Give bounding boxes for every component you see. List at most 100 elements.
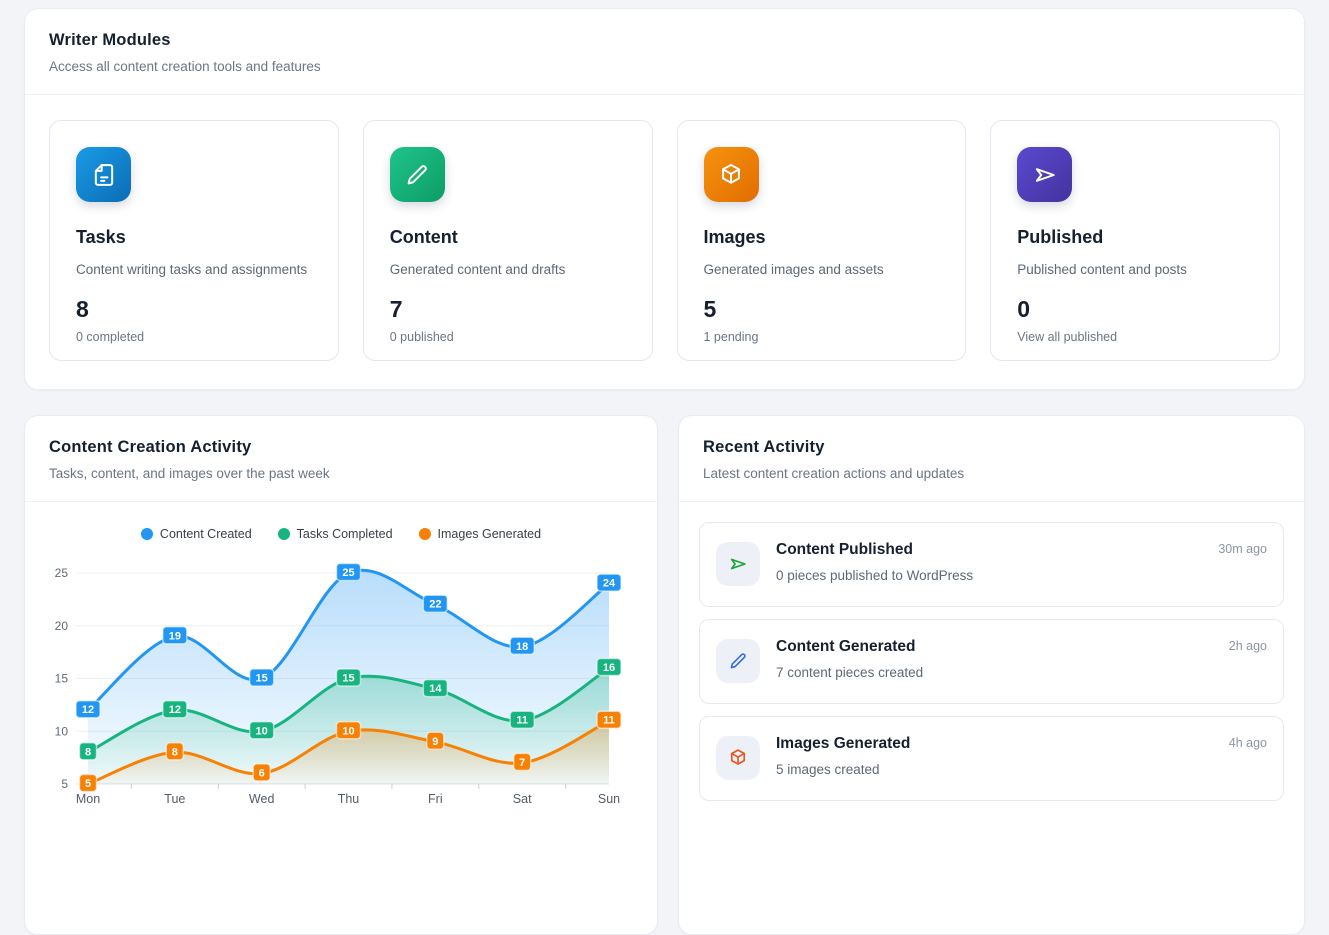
point-label: 10 <box>337 722 361 739</box>
point-label: 11 <box>510 711 534 728</box>
svg-text:9: 9 <box>432 736 438 748</box>
module-cards: Tasks Content writing tasks and assignme… <box>25 95 1304 386</box>
legend-label: Content Created <box>160 527 252 541</box>
activity-description: 0 pieces published to WordPress <box>776 568 1202 583</box>
legend-label: Tasks Completed <box>297 527 393 541</box>
svg-text:25: 25 <box>55 566 69 580</box>
point-label: 16 <box>597 659 621 676</box>
card-subvalue: View all published <box>1017 330 1253 344</box>
card-subvalue: 0 completed <box>76 330 312 344</box>
activity-list: Content Published 0 pieces published to … <box>679 502 1304 821</box>
pencil-icon <box>390 147 445 202</box>
module-card-images[interactable]: Images Generated images and assets 5 1 p… <box>677 120 967 361</box>
svg-text:10: 10 <box>342 725 354 737</box>
point-label: 8 <box>166 743 183 760</box>
activity-item-content-generated[interactable]: Content Generated 7 content pieces creat… <box>699 619 1284 704</box>
svg-text:5: 5 <box>85 778 91 790</box>
svg-text:18: 18 <box>516 641 528 653</box>
content-creation-activity-panel: Content Creation Activity Tasks, content… <box>24 415 658 935</box>
card-title: Tasks <box>76 227 312 248</box>
activity-description: 5 images created <box>776 762 1213 777</box>
point-label: 24 <box>597 574 621 591</box>
send-icon <box>1017 147 1072 202</box>
legend-dot <box>419 528 431 540</box>
cube-icon <box>704 147 759 202</box>
svg-text:8: 8 <box>172 746 178 758</box>
module-card-content[interactable]: Content Generated content and drafts 7 0… <box>363 120 653 361</box>
point-label: 15 <box>337 669 361 686</box>
send-icon <box>716 542 760 586</box>
svg-text:11: 11 <box>516 715 528 727</box>
card-title: Images <box>704 227 940 248</box>
svg-text:Thu: Thu <box>338 792 360 806</box>
legend-item[interactable]: Content Created <box>141 526 252 542</box>
svg-text:Tue: Tue <box>164 792 185 806</box>
point-label: 7 <box>514 753 531 770</box>
legend-dot <box>278 528 290 540</box>
point-label: 10 <box>250 722 274 739</box>
card-description: Generated content and drafts <box>390 261 626 279</box>
activity-timestamp: 2h ago <box>1229 635 1267 653</box>
svg-text:25: 25 <box>342 567 354 579</box>
point-label: 12 <box>163 701 187 718</box>
svg-text:16: 16 <box>603 662 615 674</box>
chart-panel-header: Content Creation Activity Tasks, content… <box>25 416 657 502</box>
chart-panel-subtitle: Tasks, content, and images over the past… <box>49 466 633 481</box>
writer-modules-panel: Writer Modules Access all content creati… <box>24 8 1305 390</box>
activity-title: Content Generated <box>776 638 1213 656</box>
point-label: 19 <box>163 627 187 644</box>
point-label: 5 <box>80 775 97 792</box>
point-label: 22 <box>423 595 447 612</box>
activity-description: 7 content pieces created <box>776 665 1213 680</box>
activity-timestamp: 4h ago <box>1229 732 1267 750</box>
writer-modules-header: Writer Modules Access all content creati… <box>25 9 1304 95</box>
svg-text:10: 10 <box>55 724 69 738</box>
svg-text:19: 19 <box>169 630 181 642</box>
svg-text:7: 7 <box>519 757 525 769</box>
legend-label: Images Generated <box>438 527 542 541</box>
chart-panel-title: Content Creation Activity <box>49 438 633 457</box>
svg-text:8: 8 <box>85 746 91 758</box>
point-label: 14 <box>423 680 447 697</box>
card-subvalue: 0 published <box>390 330 626 344</box>
legend-dot <box>141 528 153 540</box>
card-subvalue: 1 pending <box>704 330 940 344</box>
recent-activity-panel: Recent Activity Latest content creation … <box>678 415 1305 935</box>
svg-text:12: 12 <box>82 704 94 716</box>
point-label: 9 <box>427 732 444 749</box>
activity-item-images-generated[interactable]: Images Generated 5 images created 4h ago <box>699 716 1284 801</box>
legend-item[interactable]: Images Generated <box>419 526 542 542</box>
point-label: 12 <box>76 701 100 718</box>
cube-icon <box>716 736 760 780</box>
svg-text:24: 24 <box>603 578 616 590</box>
svg-text:Mon: Mon <box>76 792 100 806</box>
svg-text:6: 6 <box>259 767 265 779</box>
activity-timestamp: 30m ago <box>1218 538 1267 556</box>
svg-text:22: 22 <box>429 599 441 611</box>
module-card-published[interactable]: Published Published content and posts 0 … <box>990 120 1280 361</box>
svg-text:15: 15 <box>256 673 268 685</box>
svg-text:Wed: Wed <box>249 792 275 806</box>
point-label: 25 <box>337 564 361 581</box>
card-title: Content <box>390 227 626 248</box>
card-description: Published content and posts <box>1017 261 1253 279</box>
activity-item-content-published[interactable]: Content Published 0 pieces published to … <box>699 522 1284 607</box>
recent-panel-header: Recent Activity Latest content creation … <box>679 416 1304 502</box>
card-value: 0 <box>1017 296 1253 323</box>
recent-panel-title: Recent Activity <box>703 438 1280 457</box>
activity-title: Images Generated <box>776 735 1213 753</box>
point-label: 11 <box>597 711 621 728</box>
svg-text:12: 12 <box>169 704 181 716</box>
svg-text:10: 10 <box>256 725 268 737</box>
svg-text:Sat: Sat <box>513 792 532 806</box>
file-icon <box>76 147 131 202</box>
activity-line-chart[interactable]: 252015105MonTueWedThuFriSatSun 12 19 15 … <box>25 546 659 846</box>
legend-item[interactable]: Tasks Completed <box>278 526 393 542</box>
card-description: Generated images and assets <box>704 261 940 279</box>
recent-panel-subtitle: Latest content creation actions and upda… <box>703 466 1280 481</box>
svg-text:15: 15 <box>55 672 69 686</box>
activity-title: Content Published <box>776 541 1202 559</box>
svg-text:15: 15 <box>342 673 354 685</box>
svg-text:20: 20 <box>55 619 69 633</box>
module-card-tasks[interactable]: Tasks Content writing tasks and assignme… <box>49 120 339 361</box>
